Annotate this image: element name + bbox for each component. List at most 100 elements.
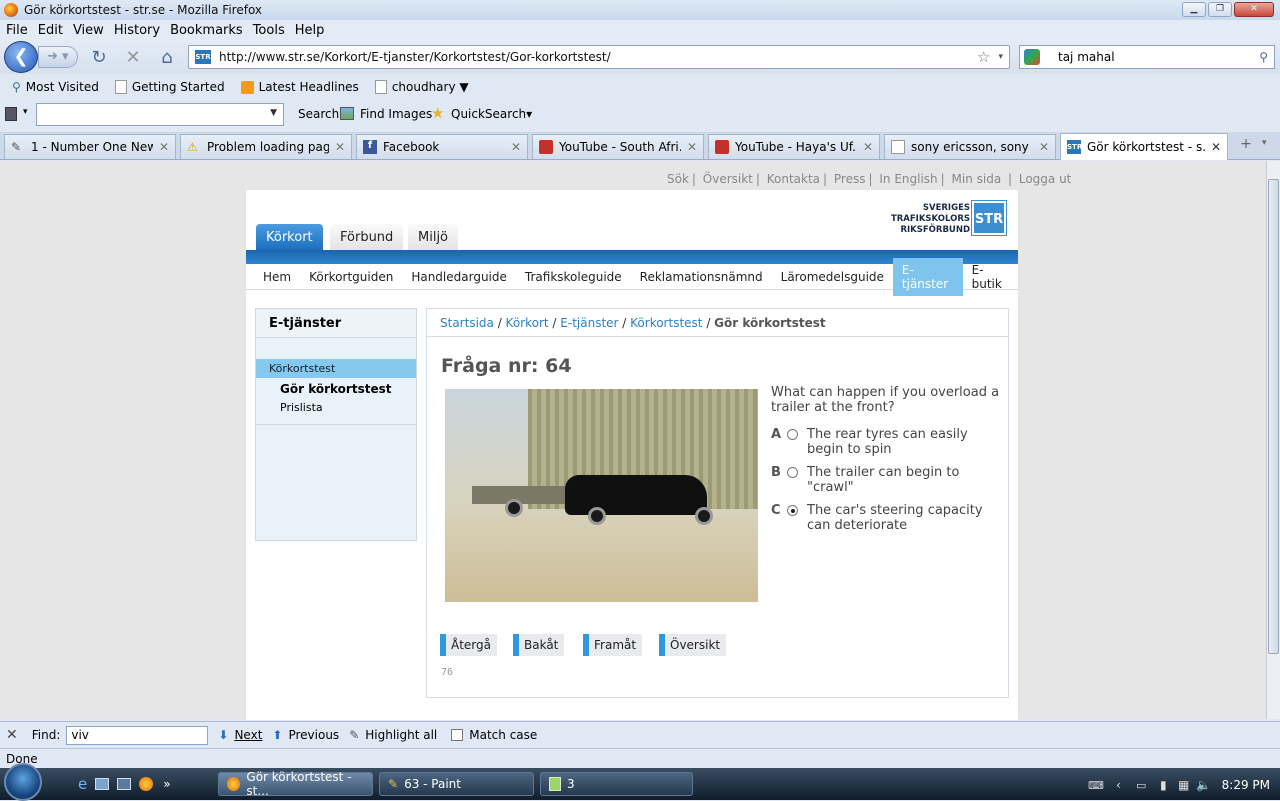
tab-close-icon[interactable]: ✕ [1039,140,1049,154]
util-link-sok[interactable]: Sök [667,172,689,186]
menu-bookmarks[interactable]: Bookmarks [170,23,243,38]
back-question-button[interactable]: Bakåt [513,634,565,656]
subnav-hem[interactable]: Hem [254,265,300,289]
menu-help[interactable]: Help [295,23,325,38]
minimize-button[interactable]: ▁ [1182,2,1206,17]
sidebar-item-prislista[interactable]: Prislista [280,401,323,414]
util-link-logga-ut[interactable]: Logga ut [1019,172,1072,186]
str-logo[interactable]: SVERIGES TRAFIKSKOLORS RIKSFÖRBUND STR [880,200,1007,239]
firefox-quicklaunch-icon[interactable] [139,777,154,791]
overview-button[interactable]: Översikt [659,634,727,656]
breadcrumb-korkortstest[interactable]: Körkortstest [630,316,702,330]
util-link-oversikt[interactable]: Översikt [703,172,753,186]
taskbar-firefox[interactable]: Gör körkortstest - st... [218,770,373,798]
addon-search-button[interactable]: Search [298,107,339,121]
tab-close-icon[interactable]: ✕ [687,140,697,154]
tab-close-icon[interactable]: ✕ [1211,140,1221,154]
addon-dropdown-icon[interactable]: ▾ [23,107,28,117]
subnav-handledarguide[interactable]: Handledarguide [402,265,516,289]
tab-number-one[interactable]: ✎1 - Number One New...✕ [4,134,176,159]
main-tab-forbund[interactable]: Förbund [330,224,404,250]
tab-youtube-south-africa[interactable]: YouTube - South Afri... ✕ [532,134,704,159]
taskbar-folder[interactable]: 3 [540,772,693,796]
menu-tools[interactable]: Tools [253,23,285,38]
quicklaunch-more-icon[interactable]: » [163,777,170,791]
url-text[interactable]: http://www.str.se/Korkort/E-tjanster/Kor… [219,50,977,64]
match-case-checkbox[interactable] [451,729,464,741]
main-tab-miljo[interactable]: Miljö [408,224,459,250]
util-link-english[interactable]: In English [879,172,937,186]
find-previous-button[interactable]: Previous [288,728,339,742]
tab-gor-korkortstest[interactable]: STR Gör körkortstest - s... ✕ [1060,133,1228,160]
util-link-kontakta[interactable]: Kontakta [767,172,820,186]
start-button[interactable] [4,763,42,801]
tab-close-icon[interactable]: ✕ [511,140,521,154]
main-tab-korkort[interactable]: Körkort [256,224,323,250]
tray-expand-icon[interactable]: ‹ [1116,778,1121,792]
google-icon[interactable] [1024,49,1040,65]
answer-c-radio[interactable] [787,505,798,516]
forward-question-button[interactable]: Framåt [583,634,643,656]
tab-close-icon[interactable]: ✕ [335,140,345,154]
scrollbar-thumb[interactable] [1268,179,1279,654]
tray-keyboard-icon[interactable]: ⌨ [1088,779,1104,792]
back-button[interactable]: ❮ [4,41,38,73]
bookmark-most-visited[interactable]: ⚲ Most Visited [6,78,105,96]
subnav-e-butik[interactable]: E-butik [963,258,1018,296]
stop-icon[interactable]: ✕ [123,47,143,68]
quicksearch-button[interactable]: QuickSearch▾ [451,107,532,121]
subnav-korkortguiden[interactable]: Körkortguiden [300,265,402,289]
maximize-button[interactable]: ❐ [1208,2,1232,17]
tab-facebook[interactable]: f Facebook ✕ [356,134,528,159]
search-input[interactable]: taj mahal [1044,50,1259,64]
bookmark-choudhary[interactable]: choudhary ▼ [369,78,475,96]
tray-battery-icon[interactable]: ▮ [1160,778,1167,792]
tray-network-icon[interactable]: ▭ [1136,779,1146,792]
search-icon[interactable]: ⚲ [1259,50,1268,64]
vertical-scrollbar[interactable] [1266,161,1280,719]
new-tab-icon[interactable]: + [1234,136,1258,158]
find-input[interactable] [66,725,209,745]
tab-list-icon[interactable]: ▾ [1262,138,1267,148]
breadcrumb-e-tjanster[interactable]: E-tjänster [560,316,618,330]
highlight-all-button[interactable]: Highlight all [365,728,437,742]
subnav-laromedelsguide[interactable]: Läromedelsguide [772,265,893,289]
sidebar-item-korkortstest[interactable]: Körkortstest [256,359,416,378]
subnav-trafikskoleguide[interactable]: Trafikskoleguide [516,265,631,289]
tray-volume-icon[interactable]: 🔈 [1196,778,1211,792]
ie-icon[interactable]: e [78,775,87,793]
addon-search-combo[interactable]: ▼ [36,103,284,126]
find-images-button[interactable]: Find Images [360,107,432,121]
tray-wifi-icon[interactable]: ▦ [1178,778,1189,792]
reload-icon[interactable]: ↻ [89,47,109,68]
tab-problem-loading[interactable]: ⚠ Problem loading page ✕ [180,134,352,159]
combo-dropdown-icon[interactable]: ▼ [270,108,277,118]
breadcrumb-startsida[interactable]: Startsida [440,316,494,330]
answer-a-radio[interactable] [787,429,798,440]
forward-button[interactable]: ➜ ▾ [38,46,78,68]
tab-close-icon[interactable]: ✕ [863,140,873,154]
bookmark-star-icon[interactable]: ☆ [977,48,990,66]
util-link-min-sida[interactable]: Min sida [952,172,1002,186]
find-close-icon[interactable]: ✕ [6,727,18,743]
breadcrumb-korkort[interactable]: Körkort [506,316,549,330]
show-desktop-icon[interactable] [95,778,110,790]
url-dropdown-icon[interactable]: ▾ [998,52,1003,62]
home-icon[interactable]: ⌂ [157,47,177,68]
menu-file[interactable]: File [6,23,28,38]
bookmark-latest-headlines[interactable]: Latest Headlines [235,78,365,96]
close-window-button[interactable]: ✕ [1234,2,1274,17]
menu-view[interactable]: View [73,23,104,38]
clock[interactable]: 8:29 PM [1222,778,1270,792]
taskbar-paint[interactable]: ✎ 63 - Paint [379,772,534,796]
url-bar[interactable]: STR http://www.str.se/Korkort/E-tjanster… [188,45,1010,69]
menu-edit[interactable]: Edit [38,23,63,38]
switch-windows-icon[interactable] [117,778,132,790]
subnav-reklamationsnamnd[interactable]: Reklamationsnämnd [631,265,772,289]
bookmark-getting-started[interactable]: Getting Started [109,78,231,96]
tab-sony-ericsson[interactable]: sony ericsson, sony e...✕ [884,134,1056,159]
atergå-button[interactable]: Återgå [440,634,497,656]
film-icon[interactable] [5,107,17,121]
sidebar-item-gor-korkortstest[interactable]: Gör körkortstest [280,382,391,396]
tab-youtube-haya[interactable]: YouTube - Haya's Uf... ✕ [708,134,880,159]
